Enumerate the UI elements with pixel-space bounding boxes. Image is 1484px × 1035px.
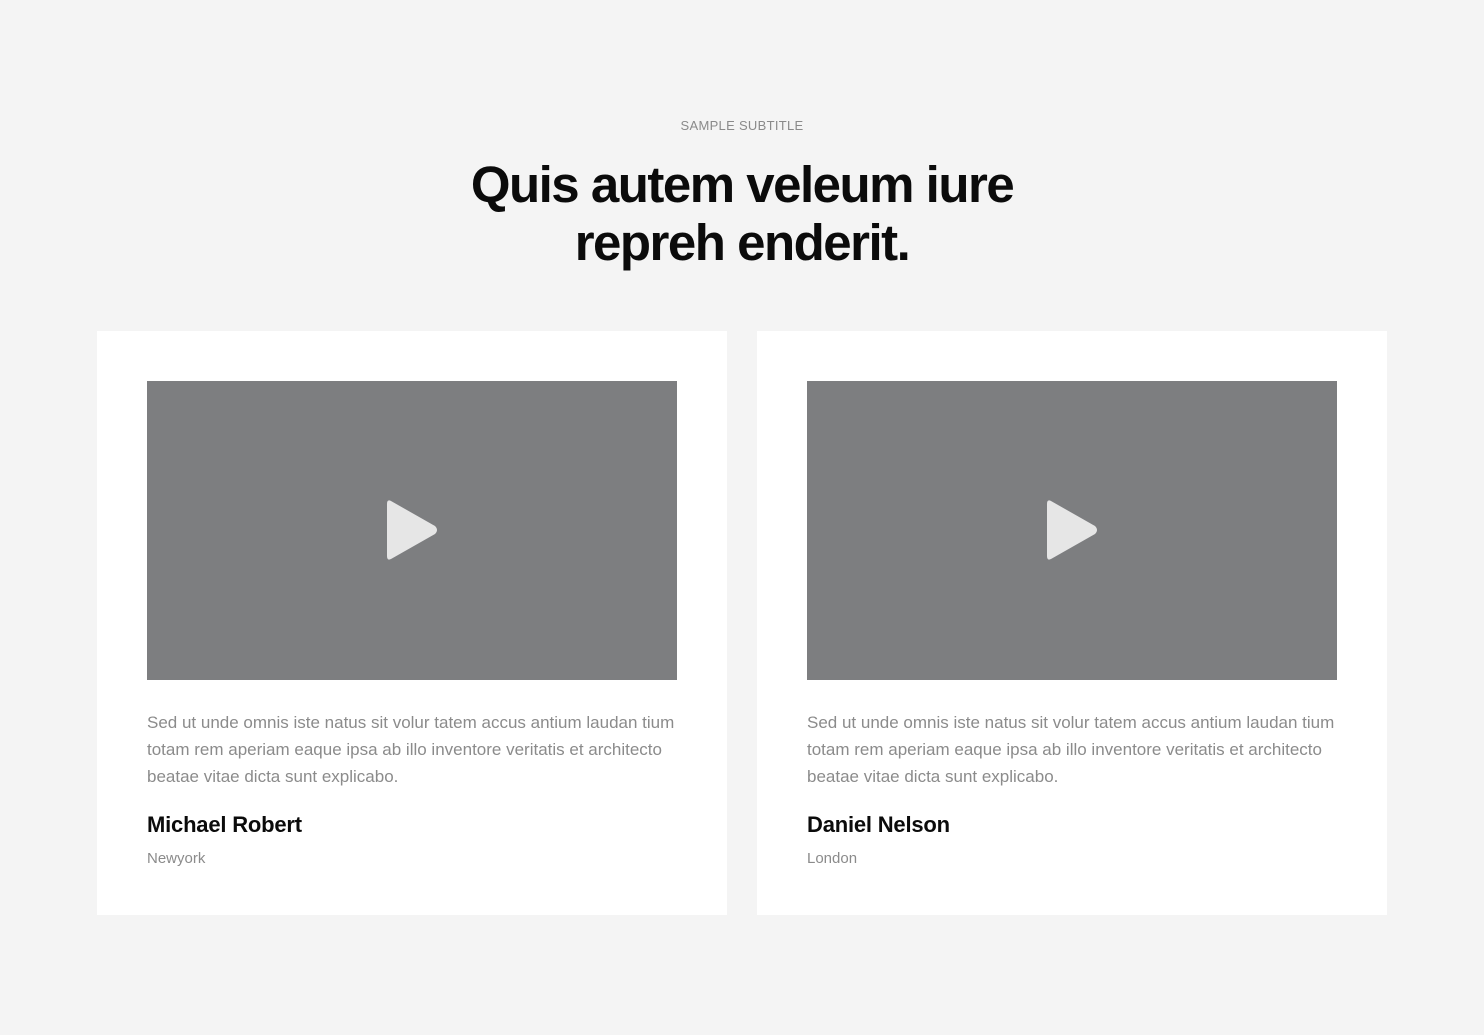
video-player[interactable]: [807, 381, 1337, 680]
play-icon[interactable]: [1043, 497, 1103, 563]
testimonials-section: SAMPLE SUBTITLE Quis autem veleum iure r…: [0, 0, 1484, 1035]
testimonial-card: Sed ut unde omnis iste natus sit volur t…: [97, 331, 727, 915]
section-title: Quis autem veleum iure repreh enderit.: [470, 156, 1015, 271]
testimonial-quote: Sed ut unde omnis iste natus sit volur t…: [807, 713, 1335, 786]
testimonial-author-location: Newyork: [147, 850, 206, 867]
testimonial-author-name: Michael Robert: [147, 812, 302, 837]
video-player[interactable]: [147, 381, 677, 680]
testimonial-card: Sed ut unde omnis iste natus sit volur t…: [757, 331, 1387, 915]
section-subtitle: SAMPLE SUBTITLE: [680, 118, 804, 133]
testimonial-author-name: Daniel Nelson: [807, 812, 950, 837]
testimonial-author-location: London: [807, 850, 858, 867]
play-icon[interactable]: [383, 497, 443, 563]
testimonial-quote: Sed ut unde omnis iste natus sit volur t…: [147, 713, 675, 786]
